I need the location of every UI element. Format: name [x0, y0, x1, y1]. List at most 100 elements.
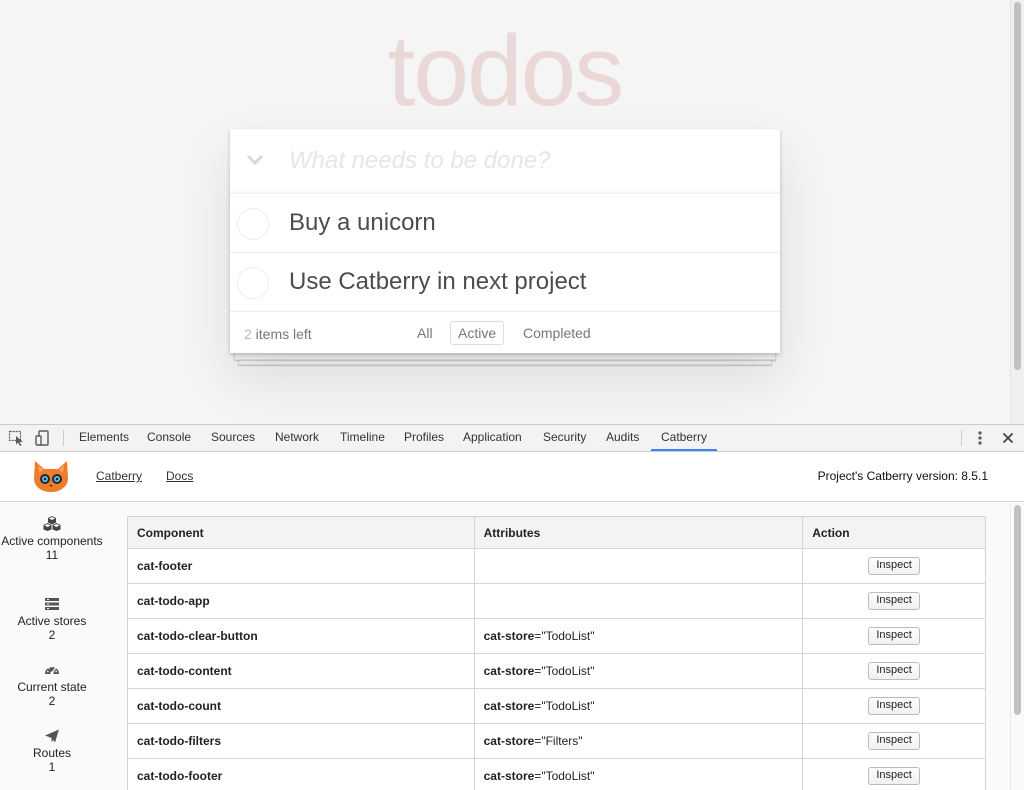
attr-name: cat-store: [483, 769, 535, 783]
component-attributes: [474, 548, 804, 584]
table-row: cat-todo-clear-button cat-store="TodoLis…: [127, 618, 986, 654]
inspect-button[interactable]: Inspect: [868, 557, 920, 575]
inspect-button[interactable]: Inspect: [868, 592, 920, 610]
component-action: Inspect: [802, 548, 986, 584]
devtools-scrollbar[interactable]: [1010, 503, 1024, 790]
component-action: Inspect: [802, 653, 986, 689]
inspect-button[interactable]: Inspect: [868, 627, 920, 645]
todo-stack-shadow: [234, 352, 776, 360]
new-todo-row: [230, 129, 780, 194]
component-action: Inspect: [802, 618, 986, 654]
todo-item-label[interactable]: Use Catberry in next project: [289, 268, 586, 296]
tab-sources[interactable]: Sources: [211, 425, 255, 451]
inspect-button[interactable]: Inspect: [868, 662, 920, 680]
catberry-sidebar: Active components 11 Active stores 2 Cur…: [0, 503, 104, 790]
dashboard-icon: [45, 665, 59, 675]
tab-console[interactable]: Console: [147, 425, 191, 451]
sidebar-item-label: Current state: [17, 680, 87, 694]
sidebar-item-label: Active components: [1, 534, 103, 548]
inspect-button[interactable]: Inspect: [868, 697, 920, 715]
page-scrollbar[interactable]: [1010, 0, 1024, 424]
sidebar-item-count: 2: [48, 694, 56, 708]
page-scrollbar-thumb[interactable]: [1014, 2, 1021, 370]
component-attributes: cat-store="TodoList": [474, 618, 804, 654]
catberry-logo: [32, 460, 70, 493]
column-header-component: Component: [127, 516, 475, 549]
sidebar-item-active-components[interactable]: Active components 11: [0, 516, 104, 562]
paper-plane-icon: [45, 729, 59, 743]
components-table: Component Attributes Action cat-footer I…: [127, 516, 986, 790]
close-icon[interactable]: [1000, 430, 1016, 446]
inspect-button[interactable]: Inspect: [868, 732, 920, 750]
component-attributes: cat-store="TodoList": [474, 688, 804, 724]
inspect-button[interactable]: Inspect: [868, 767, 920, 785]
todo-count-suffix: items left: [251, 326, 312, 342]
todo-item[interactable]: Buy a unicorn: [230, 194, 780, 253]
attr-name: cat-store: [483, 629, 535, 643]
sidebar-item-count: 2: [48, 628, 56, 642]
tab-timeline[interactable]: Timeline: [340, 425, 385, 451]
component-action: Inspect: [802, 688, 986, 724]
table-row: cat-todo-content cat-store="TodoList" In…: [127, 653, 986, 689]
cubes-icon: [43, 516, 61, 531]
component-attributes: cat-store="TodoList": [474, 653, 804, 689]
component-name: cat-footer: [127, 548, 475, 584]
catberry-version: Project's Catberry version: 8.5.1: [817, 469, 988, 483]
catberry-link[interactable]: Catberry: [96, 469, 142, 483]
devtools-panel: Elements Console Sources Network Timelin…: [0, 424, 1024, 790]
more-options-icon[interactable]: [974, 430, 986, 446]
tab-catberry[interactable]: Catberry: [651, 425, 717, 451]
device-toolbar-icon[interactable]: [34, 430, 52, 446]
component-action: Inspect: [802, 583, 986, 619]
sidebar-item-count: 11: [45, 548, 59, 562]
todo-checkbox[interactable]: [237, 267, 269, 299]
tab-application[interactable]: Application: [463, 425, 522, 451]
attr-value: "TodoList": [541, 664, 595, 678]
sidebar-item-label: Active stores: [17, 614, 87, 628]
table-row: cat-footer Inspect: [127, 548, 986, 584]
todo-item-label[interactable]: Buy a unicorn: [289, 209, 436, 237]
tab-network[interactable]: Network: [275, 425, 319, 451]
todo-checkbox[interactable]: [237, 208, 269, 240]
toggle-all-chevron-icon[interactable]: [244, 147, 266, 173]
table-row: cat-todo-filters cat-store="Filters" Ins…: [127, 723, 986, 759]
component-attributes: cat-store="Filters": [474, 723, 804, 759]
tab-elements[interactable]: Elements: [79, 425, 129, 451]
new-todo-input[interactable]: [289, 143, 759, 179]
tabbar-divider: [961, 430, 962, 446]
component-name: cat-todo-count: [127, 688, 475, 724]
todo-count-number: 2: [244, 326, 252, 342]
table-header-row: Component Attributes Action: [127, 516, 986, 549]
filter-completed-link[interactable]: Completed: [515, 321, 599, 345]
devtools-tabbar: Elements Console Sources Network Timelin…: [0, 425, 1024, 452]
filter-all-link[interactable]: All: [409, 321, 441, 345]
component-name: cat-todo-filters: [127, 723, 475, 759]
sidebar-item-current-state[interactable]: Current state 2: [0, 663, 104, 708]
filter-active-link[interactable]: Active: [450, 321, 505, 345]
inspect-element-icon[interactable]: [8, 430, 26, 446]
todo-item[interactable]: Use Catberry in next project: [230, 253, 780, 312]
tab-security[interactable]: Security: [543, 425, 586, 451]
docs-link[interactable]: Docs: [166, 469, 193, 483]
attr-value: "TodoList": [541, 769, 595, 783]
stores-icon: [45, 598, 59, 610]
column-header-attributes: Attributes: [474, 516, 804, 549]
todo-card: Buy a unicorn Use Catberry in next proje…: [230, 129, 780, 353]
column-header-action: Action: [802, 516, 986, 549]
sidebar-item-routes[interactable]: Routes 1: [0, 729, 104, 774]
catberry-header: Catberry Docs Project's Catberry version…: [0, 452, 1024, 502]
component-action: Inspect: [802, 758, 986, 790]
todo-title: todos: [387, 15, 625, 127]
component-name: cat-todo-content: [127, 653, 475, 689]
sidebar-item-active-stores[interactable]: Active stores 2: [0, 597, 104, 642]
todo-app-page: todos Buy a unicorn Use Catberry in next…: [0, 0, 1010, 424]
devtools-scrollbar-thumb[interactable]: [1014, 505, 1021, 715]
tab-profiles[interactable]: Profiles: [404, 425, 444, 451]
todo-count: 2 items left: [244, 326, 312, 342]
attr-value: "Filters": [541, 734, 583, 748]
attr-name: cat-store: [483, 664, 535, 678]
sidebar-item-count: 1: [48, 760, 56, 774]
table-row: cat-todo-footer cat-store="TodoList" Ins…: [127, 758, 986, 790]
tab-audits[interactable]: Audits: [606, 425, 639, 451]
component-name: cat-todo-footer: [127, 758, 475, 790]
